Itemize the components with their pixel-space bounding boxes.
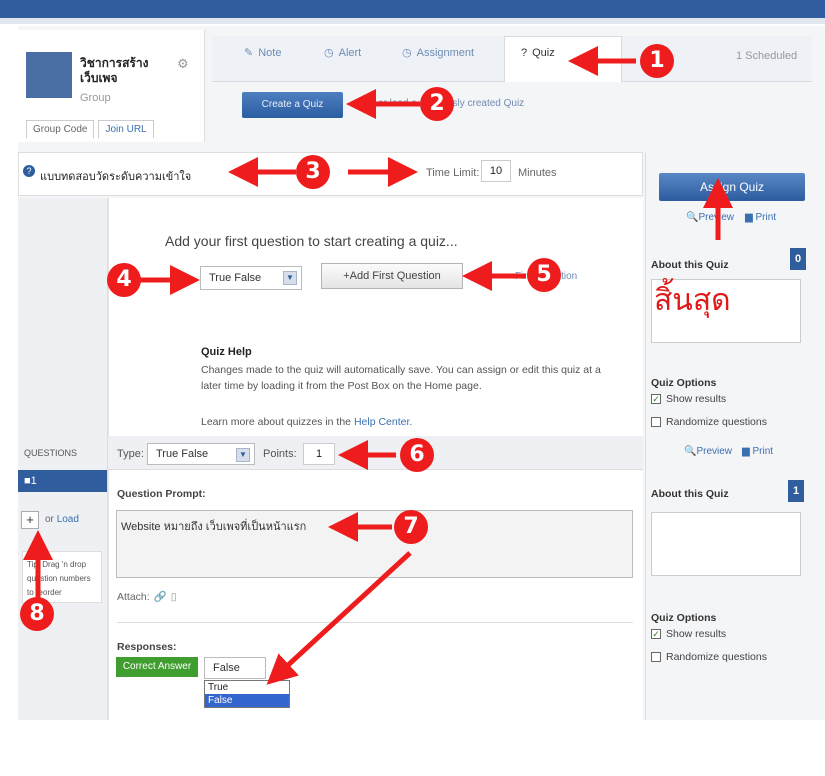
annotation-arrows <box>23 46 733 685</box>
annotation-1: 1 <box>640 44 674 78</box>
annotation-5: 5 <box>527 258 561 292</box>
annotation-8: 8 <box>20 597 54 631</box>
annotation-3: 3 <box>296 155 330 189</box>
annotation-2: 2 <box>420 87 454 121</box>
annotation-6: 6 <box>400 438 434 472</box>
annotation-7: 7 <box>394 510 428 544</box>
annotation-4: 4 <box>107 263 141 297</box>
